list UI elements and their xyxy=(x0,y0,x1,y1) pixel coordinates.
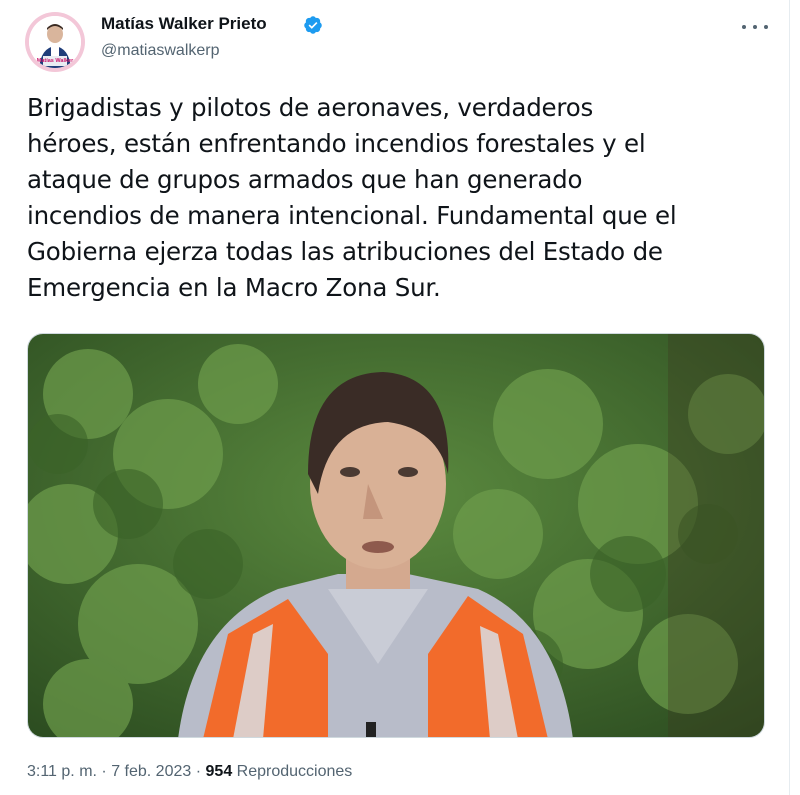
more-options-icon[interactable] xyxy=(742,20,768,34)
avatar-badge-text: Matías Walker xyxy=(37,58,74,64)
tweet-meta: 3:11 p. m. · 7 feb. 2023 · 954 Reproducc… xyxy=(27,763,352,781)
author-name[interactable]: Matías Walker Prieto xyxy=(101,14,267,34)
meta-separator: · xyxy=(101,763,107,780)
video-player[interactable] xyxy=(27,333,765,738)
views-count: 954 xyxy=(205,763,233,780)
author-avatar[interactable]: Matías Walker xyxy=(25,12,85,72)
meta-separator-2: · xyxy=(195,763,202,780)
tweet-date[interactable]: 7 feb. 2023 xyxy=(111,763,191,780)
tweet-text: Brigadistas y pilotos de aeronaves, verd… xyxy=(27,93,677,302)
views-label: Reproducciones xyxy=(236,763,353,780)
verified-badge-icon xyxy=(304,16,322,34)
video-thumbnail xyxy=(28,334,764,737)
author-handle[interactable]: @matiaswalkerp xyxy=(101,42,220,60)
tweet-card: Matías Walker Matías Walker Prieto @mati… xyxy=(0,0,790,795)
tweet-time[interactable]: 3:11 p. m. xyxy=(27,763,97,780)
avatar-photo: Matías Walker xyxy=(29,16,81,68)
